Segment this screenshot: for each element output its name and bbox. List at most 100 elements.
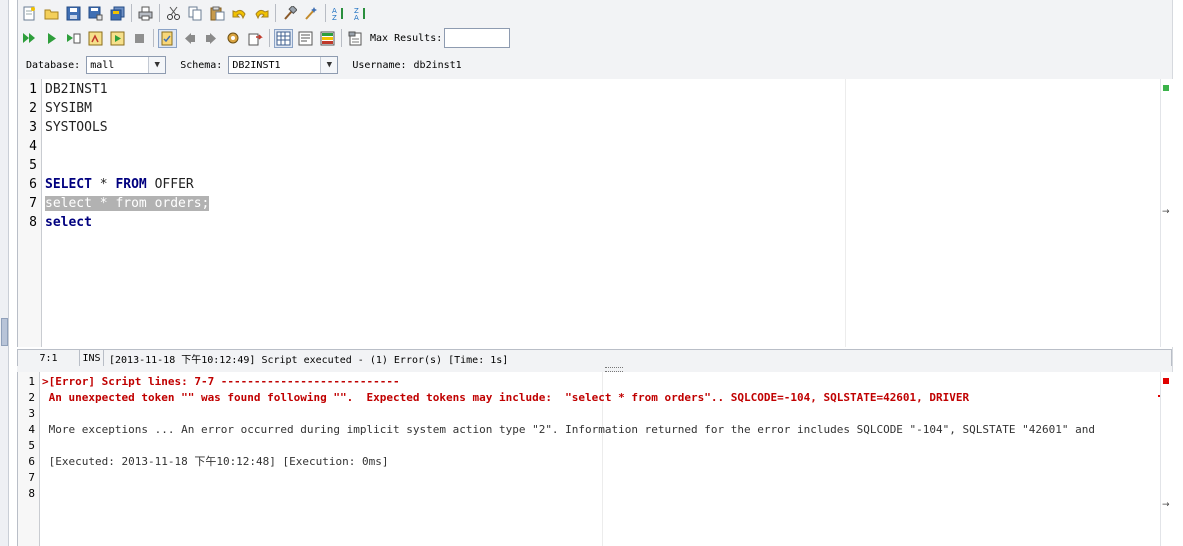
toolbar-separator [269,29,270,47]
record-mode-icon[interactable] [318,29,337,48]
error-message: An unexpected token "" was found followi… [42,391,970,404]
left-panel-handle[interactable] [1,318,8,346]
tools-icon[interactable] [224,29,243,48]
line-number: 1 [29,82,37,97]
cut-icon[interactable] [164,4,183,23]
toolbar-separator [341,29,342,47]
paste-icon[interactable] [208,4,227,23]
explain-icon[interactable] [86,29,105,48]
code-line[interactable]: SYSTOOLS [45,118,108,137]
format-icon[interactable] [302,4,321,23]
save-icon[interactable] [64,4,83,23]
database-label: Database: [26,59,81,71]
run-batch-icon[interactable] [108,29,127,48]
max-results-group: Max Results: [370,28,511,48]
error-header: >[Error] Script lines: 7-7 -------------… [42,375,400,388]
undo-icon[interactable] [230,4,249,23]
editor-overview-ruler[interactable]: → [1160,79,1173,347]
line-number: 3 [28,407,35,420]
run-step-icon[interactable] [64,29,83,48]
code-line[interactable]: SYSIBM [45,99,92,118]
max-results-label: Max Results: [370,32,443,44]
line-number: 5 [28,439,35,452]
database-value: mall [90,59,115,71]
main-toolbar: AZ ZA [20,2,374,24]
copy-icon[interactable] [186,4,205,23]
line-number: 7 [29,196,37,211]
chevron-down-icon[interactable]: ▼ [320,57,338,73]
max-results-input[interactable] [444,28,511,48]
exception-message: More exceptions ... An error occurred du… [42,423,1095,436]
export-icon[interactable] [246,29,265,48]
username-label: Username: [352,59,407,71]
print-icon[interactable] [136,4,155,23]
execution-toolbar: Max Results: [20,27,511,49]
code-line-selected[interactable]: select * from orders; [45,194,210,213]
hammer-icon[interactable] [280,4,299,23]
code-text: * [91,177,116,192]
save-all-icon[interactable] [108,4,127,23]
line-number: 6 [29,177,37,192]
line-number: 2 [28,391,35,404]
line-number-gutter: 1 2 3 4 5 6 7 8 [18,79,42,347]
schema-value: DB2INST1 [232,59,281,71]
new-file-icon[interactable] [20,4,39,23]
line-number: 4 [29,139,37,154]
toolbar-separator [131,4,132,22]
sql-keyword: SELECT [45,177,92,192]
chevron-down-icon[interactable]: ▼ [148,57,166,73]
code-line[interactable]: select [45,213,92,232]
toolbar-separator [159,4,160,22]
run-all-icon[interactable] [20,29,39,48]
text-mode-icon[interactable] [296,29,315,48]
previous-icon[interactable] [180,29,199,48]
output-overview-ruler[interactable]: → [1160,372,1173,546]
toolbar-separator [153,29,154,47]
window-right-edge [1172,0,1183,546]
toolbar-panel: AZ ZA Max Results: Database: mall ▼ Sche… [17,0,1174,80]
sort-asc-icon[interactable]: AZ [330,4,349,23]
svg-text:Z: Z [332,14,337,21]
toolbar-separator [325,4,326,22]
arrow-right-icon: → [1162,500,1170,510]
redo-icon[interactable] [252,4,271,23]
line-number: 5 [29,158,37,173]
database-select[interactable]: mall ▼ [86,56,167,74]
line-number: 4 [28,423,35,436]
status-message: [2013-11-18 下午10:12:49] Script executed … [109,354,509,366]
stop-icon[interactable] [130,29,149,48]
line-number: 8 [28,487,35,500]
selected-statement[interactable]: select * from orders; [45,196,210,211]
sort-desc-icon[interactable]: ZA [352,4,371,23]
schema-select[interactable]: DB2INST1 ▼ [228,56,339,74]
error-marker[interactable] [1163,378,1169,384]
svg-text:A: A [354,14,359,21]
line-number: 3 [29,120,37,135]
save-as-icon[interactable] [86,4,105,23]
open-icon[interactable] [42,4,61,23]
commit-icon[interactable] [158,28,177,48]
code-line[interactable]: DB2INST1 [45,80,108,99]
left-panel-strip [0,0,9,546]
sql-editor[interactable]: 1 2 3 4 5 6 7 8 DB2INST1 SYSIBM SYSTOOLS… [17,79,1162,347]
next-icon[interactable] [202,29,221,48]
insert-mode: INS [80,350,104,366]
editor-status-bar: 7:1 INS [2013-11-18 下午10:12:49] Script e… [17,349,1172,367]
run-icon[interactable] [42,29,61,48]
sql-keyword: FROM [115,177,147,192]
connection-bar: Database: mall ▼ Schema: DB2INST1 ▼ User… [26,55,462,75]
username-value: db2inst1 [413,59,462,71]
line-number: 7 [28,471,35,484]
print-margin-line [845,79,846,347]
ok-marker [1163,85,1169,91]
properties-icon[interactable] [346,29,365,48]
arrow-right-icon: → [1162,207,1170,217]
schema-label: Schema: [180,59,223,71]
execution-summary: [Executed: 2013-11-18 下午10:12:48] [Execu… [42,455,389,468]
code-text: OFFER [146,177,194,192]
code-line[interactable]: SELECT * FROM OFFER [45,175,194,194]
grid-mode-icon[interactable] [274,28,293,48]
output-line-gutter: 1 2 3 4 5 6 7 8 [18,372,40,546]
toolbar-separator [275,4,276,22]
output-panel[interactable]: 1 2 3 4 5 6 7 8 >[Error] Script lines: 7… [17,372,1170,546]
